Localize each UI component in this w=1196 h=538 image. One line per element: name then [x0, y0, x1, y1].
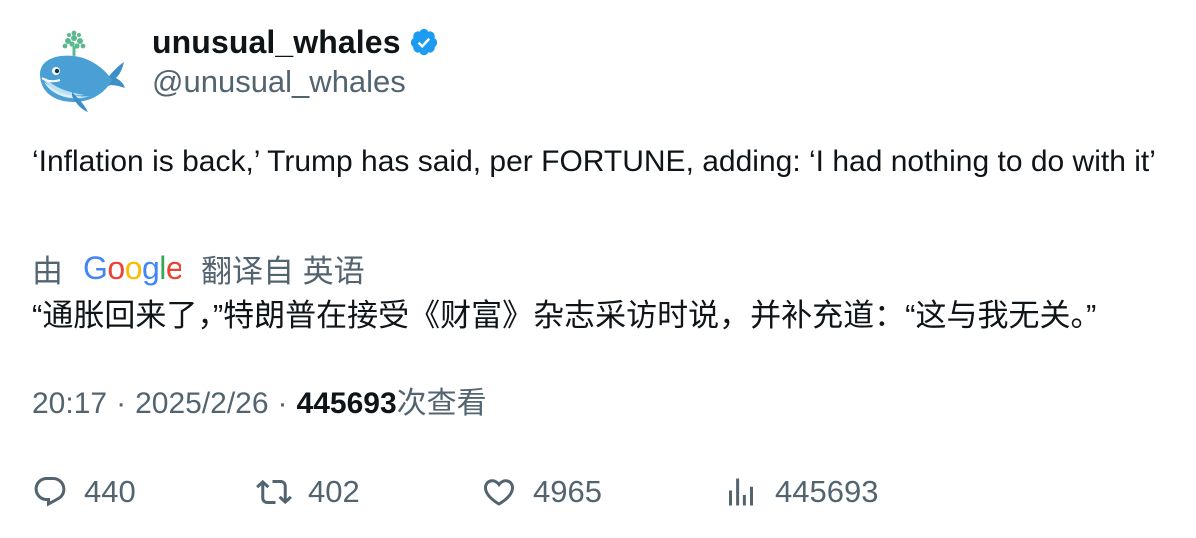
meta-separator: · [116, 387, 127, 420]
tweet-date[interactable]: 2025/2/26 [135, 384, 268, 424]
views-label: 次查看 [396, 387, 487, 420]
reply-count: 440 [84, 474, 136, 509]
views-button[interactable]: 445693 [723, 470, 878, 514]
like-count: 4965 [533, 474, 602, 509]
translation-source-language: 翻译自 英语 [201, 253, 365, 289]
bar-chart-icon [729, 478, 753, 506]
user-handle[interactable]: @unusual_whales [152, 62, 439, 102]
translation-attribution[interactable]: 由 Google 翻译自 英语 [32, 248, 365, 289]
svg-text:Google: Google [83, 250, 181, 286]
translation-prefix: 由 [32, 253, 63, 289]
like-button[interactable]: 4965 [481, 470, 602, 514]
tweet-meta: 20:17 · 2025/2/26 · 445693 次查看 [32, 384, 487, 424]
display-name[interactable]: unusual_whales [152, 24, 401, 61]
retweet-icon [256, 479, 292, 505]
views-count: 445693 [296, 387, 397, 420]
google-logo: Google [83, 248, 184, 288]
retweet-button[interactable]: 402 [256, 470, 360, 514]
meta-separator: · [277, 387, 288, 420]
action-bar: 440 402 4965 445693 [32, 470, 1132, 514]
tweet-text: ‘Inflation is back,’ Trump has said, per… [32, 145, 1156, 178]
retweet-count: 402 [308, 474, 360, 509]
reply-bubble-icon [34, 477, 66, 507]
whale-avatar-icon [40, 30, 125, 112]
views-action-count: 445693 [775, 474, 879, 509]
translated-text: “通胀回来了，”特朗普在接受《财富》杂志采访时说，并补充道：“这与我无关。” [32, 298, 1097, 333]
verified-badge-icon [409, 27, 439, 57]
avatar[interactable] [32, 22, 128, 118]
tweet-time[interactable]: 20:17 [32, 384, 107, 424]
heart-icon [483, 479, 515, 506]
reply-button[interactable]: 440 [32, 470, 136, 514]
tweet-header: unusual_whales @unusual_whales [32, 22, 439, 118]
